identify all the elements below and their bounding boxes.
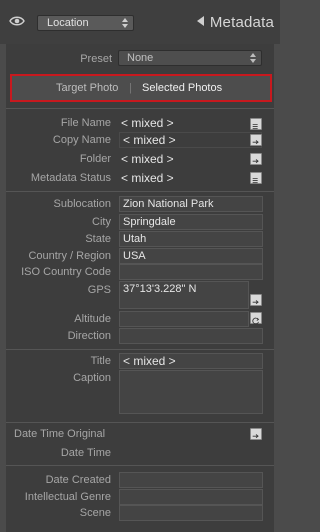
metadata-panel: Location Metadata Preset None Target Pho…	[0, 0, 280, 532]
preset-label: Preset	[80, 53, 112, 65]
date-time-original-label: Date Time Original	[14, 428, 106, 440]
selected-photos-option[interactable]: Selected Photos	[142, 82, 222, 94]
title-label: Title	[90, 355, 111, 367]
arrow-right-icon[interactable]	[250, 428, 262, 440]
file-name-value: < mixed >	[121, 116, 174, 130]
state-field[interactable]: Utah	[119, 231, 263, 247]
country-field[interactable]: USA	[119, 248, 263, 264]
caption-field[interactable]	[119, 370, 263, 414]
copy-name-field[interactable]: < mixed >	[119, 132, 262, 148]
collapse-triangle-icon	[196, 16, 204, 26]
date-created-field[interactable]	[119, 472, 263, 488]
date-created-label: Date Created	[45, 474, 111, 486]
list-icon[interactable]	[250, 172, 262, 184]
arrow-right-icon[interactable]	[250, 153, 262, 165]
location-preset-select[interactable]: Location	[37, 15, 134, 31]
state-label: State	[85, 233, 111, 245]
divider	[6, 422, 274, 423]
city-field[interactable]: Springdale	[119, 214, 263, 230]
title-value: < mixed >	[123, 354, 176, 368]
iso-country-code-label: ISO Country Code	[21, 266, 111, 278]
scene-label: Scene	[79, 507, 111, 519]
preset-select[interactable]: None	[118, 50, 262, 66]
folder-value: < mixed >	[121, 152, 174, 166]
caption-label: Caption	[73, 372, 111, 384]
list-icon[interactable]	[250, 118, 262, 130]
metadata-status-label: Metadata Status	[30, 172, 111, 184]
panel-title-label: Metadata	[209, 14, 274, 31]
sublocation-value: Zion National Park	[123, 198, 214, 210]
altitude-field[interactable]	[119, 311, 249, 327]
metadata-content: Preset None Target Photo | Selected Phot…	[6, 44, 274, 532]
scene-field[interactable]	[119, 505, 263, 521]
panel-header: Location Metadata	[0, 0, 280, 44]
divider	[6, 465, 274, 466]
arrow-right-icon[interactable]	[250, 134, 262, 146]
preset-select-value: None	[127, 52, 154, 64]
select-arrows-icon	[250, 53, 256, 63]
copy-name-value: < mixed >	[123, 133, 176, 147]
eye-icon[interactable]	[9, 15, 25, 27]
divider	[6, 349, 274, 350]
copy-name-label: Copy Name	[52, 134, 111, 146]
intellectual-genre-label: Intellectual Genre	[24, 491, 111, 503]
file-name-label: File Name	[60, 117, 111, 129]
gps-label: GPS	[87, 284, 111, 296]
title-field[interactable]: < mixed >	[119, 353, 263, 369]
city-value: Springdale	[123, 216, 176, 228]
altitude-label: Altitude	[74, 313, 111, 325]
intellectual-genre-field[interactable]	[119, 489, 263, 505]
divider	[6, 108, 274, 109]
location-preset-select-label: Location	[47, 17, 89, 29]
country-value: USA	[123, 250, 146, 262]
target-separator: |	[129, 82, 132, 94]
state-value: Utah	[123, 233, 147, 245]
select-arrows-icon	[122, 18, 128, 28]
gps-value: 37°13'3.228" N	[123, 283, 197, 295]
refresh-icon[interactable]	[250, 312, 262, 325]
folder-label: Folder	[79, 153, 111, 165]
iso-country-code-field[interactable]	[119, 264, 263, 280]
target-photo-option[interactable]: Target Photo	[56, 82, 118, 94]
direction-field[interactable]	[119, 328, 263, 344]
date-time-label: Date Time	[60, 447, 111, 459]
metadata-status-value: < mixed >	[121, 171, 174, 185]
direction-label: Direction	[67, 330, 111, 342]
panel-title[interactable]: Metadata	[196, 14, 274, 31]
divider	[6, 191, 274, 192]
arrow-right-icon[interactable]	[250, 294, 262, 306]
gps-field[interactable]: 37°13'3.228" N	[119, 281, 249, 309]
sublocation-field[interactable]: Zion National Park	[119, 196, 263, 212]
target-toggle: Target Photo | Selected Photos	[10, 74, 272, 102]
city-label: City	[92, 216, 111, 228]
country-label: Country / Region	[28, 250, 111, 262]
sublocation-label: Sublocation	[53, 198, 112, 210]
